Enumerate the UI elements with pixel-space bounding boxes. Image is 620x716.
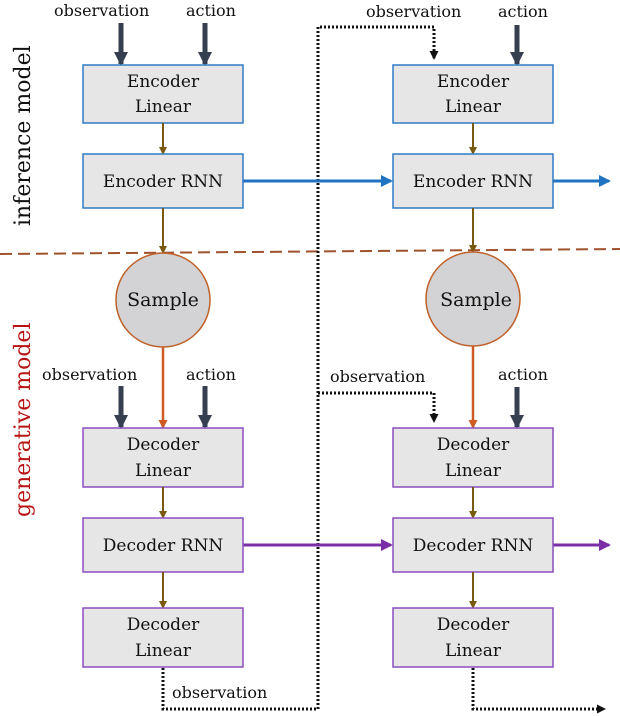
rnn-vae-diagram: inference model generative model observa… [0,1,620,714]
model-divider-line [0,248,620,255]
timestep-1: observation action Encoder Linear Encode… [42,1,244,668]
decoder-output-line1: Decoder [437,615,510,635]
timestep-2: observation action Encoder Linear Encode… [330,2,554,668]
encoder-action-label: action [498,2,548,21]
decoder-output-line2: Linear [135,641,192,661]
encoder-linear-line1: Encoder [437,72,510,92]
observation-feedback-branch [318,391,439,423]
decoder-output-line2: Linear [445,641,502,661]
decoder-output-line1: Decoder [127,615,200,635]
decoder-action-label: action [186,365,236,384]
encoder-rnn-label: Encoder RNN [413,172,533,192]
encoder-observation-label: observation [54,1,149,20]
decoder-linear-line1: Decoder [127,435,200,455]
encoder-action-label: action [186,1,236,20]
decoder-rnn-label: Decoder RNN [413,536,534,556]
encoder-linear-line1: Encoder [127,72,200,92]
decoder-linear-line2: Linear [445,461,502,481]
observation-output-path [471,668,606,714]
decoder-linear-line2: Linear [135,461,192,481]
generative-model-label: generative model [11,323,36,518]
sample-label: Sample [127,289,199,311]
sample-label: Sample [440,289,512,311]
encoder-rnn-label: Encoder RNN [103,172,223,192]
decoder-observation-label: observation [42,365,137,384]
decoder-rnn-label: Decoder RNN [103,536,224,556]
inference-model-label: inference model [11,45,36,226]
encoder-linear-line2: Linear [445,97,502,117]
decoder-observation-label: observation [330,367,425,386]
encoder-linear-line2: Linear [135,97,192,117]
feedback-observation-label: observation [172,683,267,702]
encoder-observation-label: observation [366,2,461,21]
decoder-linear-line1: Decoder [437,435,510,455]
decoder-action-label: action [498,365,548,384]
